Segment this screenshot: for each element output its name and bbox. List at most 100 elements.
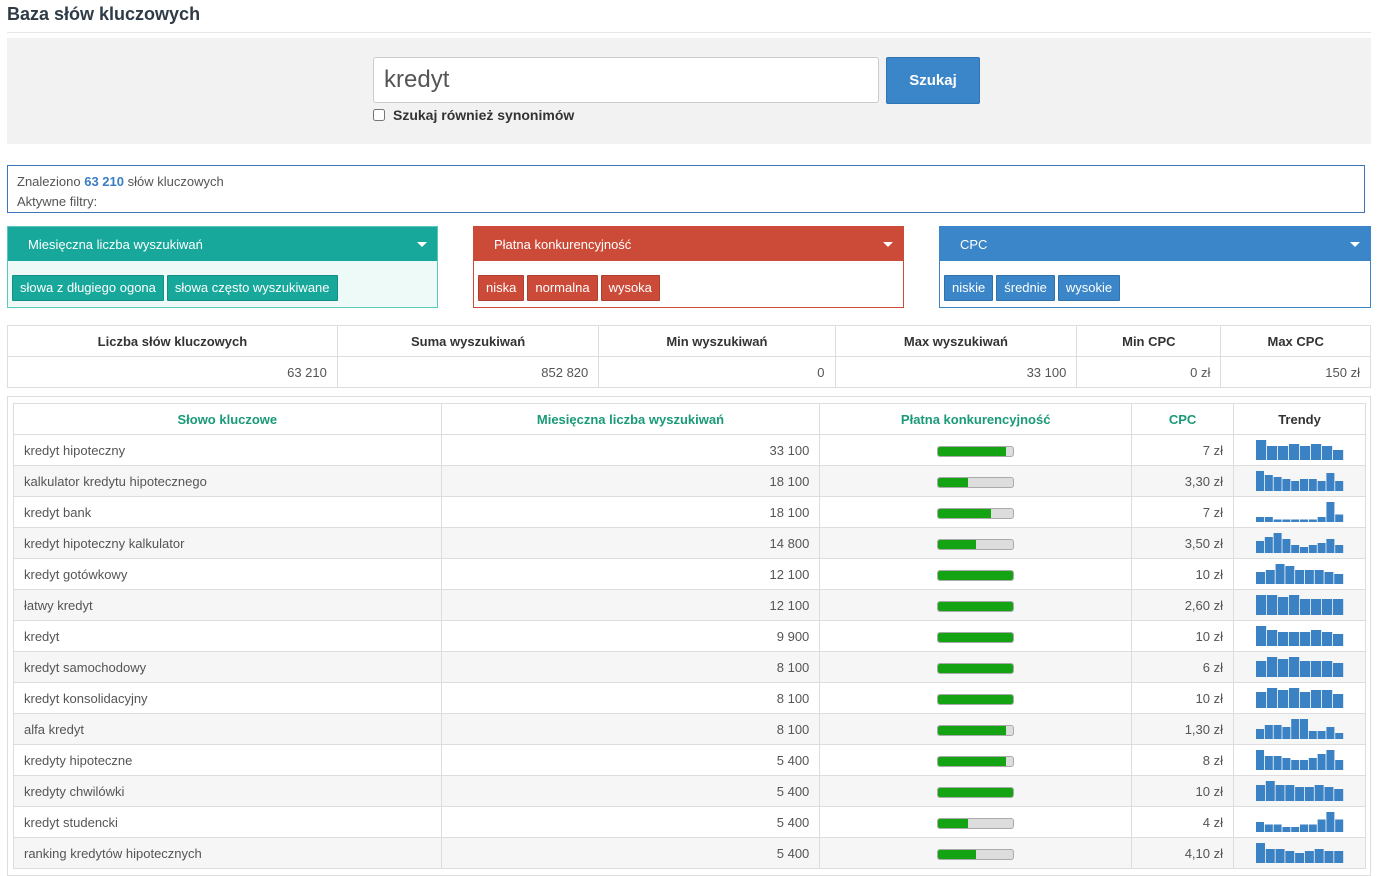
trend-bar (1299, 632, 1310, 646)
trend-bar (1290, 481, 1299, 491)
competition-bar (937, 631, 1015, 643)
trend-bar (1314, 785, 1324, 801)
trend-bar (1333, 851, 1343, 863)
trend-bar (1273, 519, 1282, 522)
keyword-cell: kalkulator kredytu hipotecznego (13, 465, 442, 497)
table-row: kredyty chwilówki 5 400 10 zł (13, 775, 1366, 807)
trend-bar (1304, 570, 1314, 584)
trend-bar (1275, 564, 1285, 584)
filter-dropdown[interactable]: Płatna konkurencyjność (474, 227, 903, 261)
trend-bar (1281, 758, 1290, 770)
trend-bar (1310, 444, 1321, 460)
trend-bar (1264, 537, 1273, 553)
filter-chips: niskie średnie wysokie (940, 261, 1370, 301)
filter-dropdown[interactable]: CPC (940, 227, 1370, 261)
trend-bar (1323, 787, 1333, 801)
competition-bar-fill (938, 787, 1014, 797)
keyword-cell: kredyt hipoteczny kalkulator (13, 527, 442, 559)
trend-bar (1273, 725, 1282, 739)
trend-bar (1290, 519, 1299, 522)
trend-bar (1314, 570, 1324, 584)
competition-cell (819, 713, 1133, 745)
competition-bar-fill (938, 818, 969, 828)
trend-bar (1308, 519, 1317, 522)
competition-cell (819, 651, 1133, 683)
column-header[interactable]: Miesięczna liczba wyszukiwań (440, 403, 821, 435)
caret-down-icon (1350, 241, 1360, 247)
trend-cell (1233, 527, 1366, 559)
filter-dropdown[interactable]: Miesięczna liczba wyszukiwań (8, 227, 437, 261)
trend-bar (1332, 634, 1343, 646)
stats-header: Min wyszukiwań (598, 325, 836, 357)
filter-chip[interactable]: wysokie (1057, 275, 1121, 301)
trend-bar (1266, 446, 1277, 460)
competition-cell (819, 620, 1133, 652)
filter-chip[interactable]: wysoka (600, 275, 660, 301)
competition-bar (937, 507, 1015, 519)
trend-sparkline (1255, 688, 1343, 708)
trend-bar (1288, 444, 1299, 460)
found-line: Znaleziono 63 210 słów kluczowych (17, 172, 1355, 192)
trend-bar (1308, 758, 1317, 770)
keyword-cell: kredyt bank (13, 496, 442, 528)
competition-bar (937, 445, 1015, 457)
competition-bar (937, 817, 1015, 829)
table-row: kredyt konsolidacyjny 8 100 10 zł (13, 682, 1366, 714)
competition-bar-fill (938, 446, 1006, 456)
filter-chip[interactable]: słowa z długiego ogona (12, 275, 164, 301)
searches-cell: 33 100 (440, 434, 821, 466)
trend-bar (1273, 533, 1282, 553)
trend-cell (1233, 775, 1366, 807)
cpc-cell: 10 zł (1131, 620, 1235, 652)
competition-bar-fill (938, 539, 976, 549)
trend-bar (1325, 750, 1334, 770)
synonyms-option[interactable]: Szukaj również synonimów (373, 107, 574, 123)
filter-chips: słowa z długiego ogona słowa często wyszu… (8, 261, 437, 301)
trend-bar (1255, 440, 1266, 460)
trend-bar (1273, 756, 1282, 770)
trend-bar (1290, 719, 1299, 739)
trend-bar (1266, 688, 1277, 708)
trend-bar (1317, 481, 1326, 491)
trend-bar (1321, 690, 1332, 708)
column-header[interactable]: Płatna konkurencyjność (819, 403, 1133, 435)
filter-title: Miesięczna liczba wyszukiwań (28, 236, 203, 252)
filter-chip[interactable]: niska (478, 275, 525, 301)
table-row: kalkulator kredytu hipotecznego 18 100 3,3… (13, 465, 1366, 497)
cpc-cell: 10 zł (1131, 558, 1235, 590)
competition-bar (937, 724, 1015, 736)
trend-sparkline (1255, 595, 1343, 615)
trend-bar (1321, 661, 1332, 677)
filter-chip[interactable]: normalna (527, 275, 598, 301)
trend-bar (1288, 595, 1299, 615)
filter-chip[interactable]: słowa często wyszukiwane (166, 275, 338, 301)
cpc-cell: 3,50 zł (1131, 527, 1235, 559)
competition-bar (937, 600, 1015, 612)
filter-panel-1: Płatna konkurencyjność niska normalna wysok… (473, 226, 904, 308)
trend-bar (1265, 781, 1275, 801)
trend-bar (1317, 731, 1326, 739)
column-header[interactable]: Słowo kluczowe (13, 403, 442, 435)
filter-chip[interactable]: niskie (944, 275, 994, 301)
searches-cell: 12 100 (440, 589, 821, 621)
stats-header: Liczba słów kluczowych (7, 325, 338, 357)
trend-bar (1277, 597, 1288, 615)
page-title: Baza słów kluczowych (7, 4, 201, 24)
trend-bar (1266, 630, 1277, 646)
search-input[interactable] (373, 57, 879, 103)
trend-cell (1233, 589, 1366, 621)
synonyms-checkbox[interactable] (373, 109, 385, 121)
column-header[interactable]: CPC (1131, 403, 1235, 435)
search-button[interactable]: Szukaj (886, 57, 980, 104)
trend-bar (1317, 543, 1326, 553)
searches-cell: 12 100 (440, 558, 821, 590)
trend-bar (1288, 688, 1299, 708)
cpc-cell: 7 zł (1131, 496, 1235, 528)
filter-chip[interactable]: średnie (996, 275, 1055, 301)
competition-cell (819, 837, 1133, 869)
trend-sparkline (1255, 719, 1343, 739)
trend-bar (1299, 599, 1310, 615)
filter-title: CPC (960, 236, 988, 252)
results-info: Znaleziono 63 210 słów kluczowych Aktywn… (7, 165, 1365, 213)
trend-bar (1277, 659, 1288, 677)
